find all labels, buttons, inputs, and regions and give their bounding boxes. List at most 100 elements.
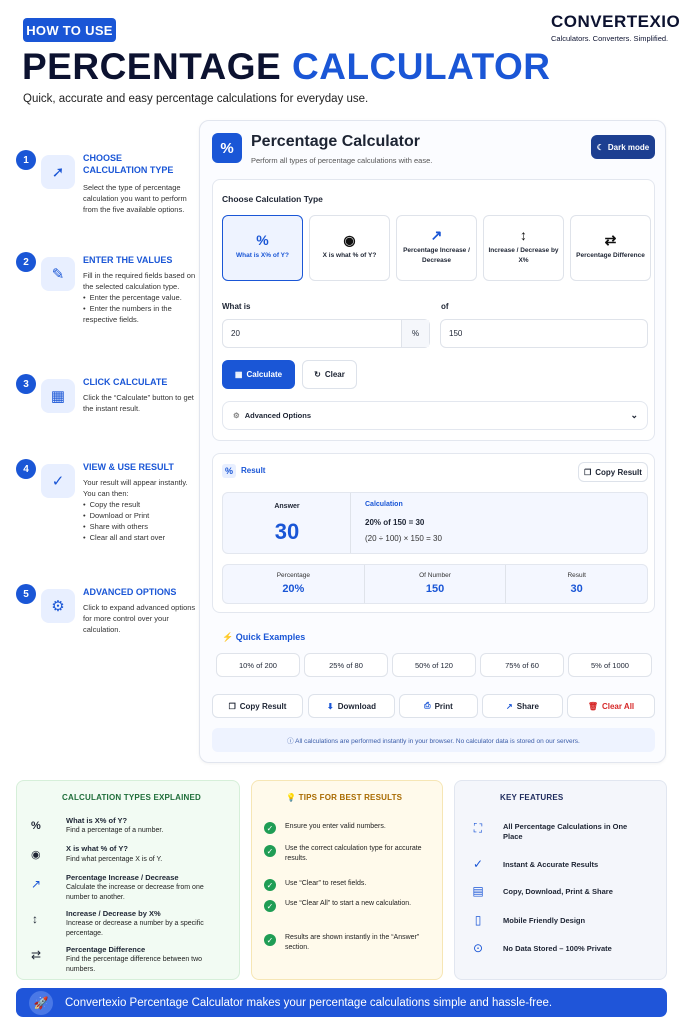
- trash-icon: 🗑: [587, 701, 598, 711]
- breakdown-cell: Result 30: [567, 572, 586, 595]
- type-desc: Find a percentage of a number.: [66, 827, 164, 834]
- step-title: ADVANCED OPTIONS: [83, 587, 177, 597]
- step-number: 3: [16, 374, 36, 394]
- target-icon: ◉: [343, 232, 356, 248]
- type-x-is-what-percent[interactable]: ◉ X is what % of Y?: [309, 215, 390, 281]
- gear-icon: ⚙: [233, 411, 240, 420]
- share-icon: ↗: [506, 701, 513, 711]
- example-button[interactable]: 75% of 60: [480, 653, 564, 677]
- type-title: What is X% of Y?: [66, 816, 128, 825]
- calculation-line1: 20% of 150 = 30: [365, 518, 425, 527]
- lightbulb-icon: 💡: [286, 793, 297, 802]
- trend-up-icon: ↗: [430, 227, 443, 243]
- type-desc: Increase or decrease a number by a speci…: [66, 920, 204, 937]
- type-percentage-difference[interactable]: ⇄ Percentage Difference: [570, 215, 651, 281]
- up-down-arrow-icon: ↕: [520, 227, 527, 243]
- trend-up-icon: ↗: [31, 877, 42, 891]
- example-button[interactable]: 5% of 1000: [568, 653, 652, 677]
- example-button[interactable]: 25% of 80: [304, 653, 388, 677]
- dark-mode-button[interactable]: ☾ Dark mode: [591, 135, 655, 159]
- feature-item: No Data Stored – 100% Private: [503, 944, 612, 953]
- percent-icon: %: [222, 464, 236, 478]
- calculation-type-card: Choose Calculation Type % What is X% of Y…: [212, 179, 655, 441]
- step-5: 5 ⚙ ADVANCED OPTIONS Click to expand adv…: [16, 584, 196, 644]
- example-button[interactable]: 50% of 120: [392, 653, 476, 677]
- step-4: 4 ✓ VIEW & USE RESULT Your result will a…: [16, 459, 196, 569]
- step-title: VIEW & USE RESULT: [83, 462, 174, 472]
- target-icon: ◉: [31, 849, 41, 861]
- breakdown-cell: Of Number 150: [365, 565, 507, 603]
- example-button[interactable]: 10% of 200: [216, 653, 300, 677]
- feature-item: Mobile Friendly Design: [503, 916, 586, 925]
- type-desc: Calculate the increase or decrease from …: [66, 884, 204, 901]
- key-features-title: KEY FEATURES: [500, 793, 564, 802]
- download-button[interactable]: ⬇ Download: [308, 694, 395, 718]
- tip-item: Use “Clear” to reset fields.: [285, 880, 367, 887]
- tip-item: Use the correct calculation type for acc…: [285, 845, 422, 862]
- printer-icon: ⎙: [424, 701, 431, 710]
- privacy-note: ⓘ All calculations are performed instant…: [212, 728, 655, 752]
- step-number: 1: [16, 150, 36, 170]
- tip-item: Use “Clear All” to start a new calculati…: [285, 900, 412, 907]
- calculator-icon: ▦: [41, 379, 75, 413]
- calculation-line2: (20 ÷ 100) × 150 = 30: [365, 534, 442, 543]
- feature-item: Instant & Accurate Results: [503, 860, 599, 869]
- check-icon: ✓: [264, 845, 276, 857]
- expand-grid-icon: ⛶: [473, 820, 483, 835]
- type-increase-decrease-by[interactable]: ↕ Increase / Decrease by X%: [483, 215, 564, 281]
- brand-tagline: Calculators. Converters. Simplified.: [551, 34, 669, 43]
- how-to-use-badge: HOW TO USE: [23, 18, 116, 42]
- copy-icon: ❐: [228, 701, 236, 711]
- result-card: % Result ❐ Copy Result Answer 30 Calculat…: [212, 453, 655, 613]
- mobile-icon: ▯: [474, 913, 482, 927]
- step-title: CHOOSE CALCULATION TYPE: [83, 153, 174, 175]
- type-what-is-x-percent[interactable]: % What is X% of Y?: [222, 215, 303, 281]
- check-circle-icon: ✓: [41, 464, 75, 498]
- calculator-panel: % Percentage Calculator Perform all type…: [199, 120, 666, 763]
- share-button[interactable]: ↗ Share: [482, 694, 563, 718]
- calculation-label: Calculation: [365, 501, 403, 508]
- rocket-icon: 🚀: [29, 990, 53, 1015]
- up-down-arrow-icon: ↕: [32, 912, 38, 926]
- clear-all-button[interactable]: 🗑 Clear All: [567, 694, 655, 718]
- number-input[interactable]: 150: [440, 319, 648, 348]
- refresh-icon: ↻: [314, 370, 321, 379]
- types-explained-title: CALCULATION TYPES EXPLAINED: [62, 793, 202, 802]
- step-1: 1 ➚ CHOOSE CALCULATION TYPE Select the ty…: [16, 150, 196, 230]
- copy-result-button[interactable]: ❐ Copy Result: [578, 462, 648, 482]
- bullet: Enter the numbers in the respective fiel…: [83, 303, 198, 325]
- type-percentage-increase-decrease[interactable]: ↗ Percentage Increase / Decrease: [396, 215, 477, 281]
- clear-button[interactable]: ↻ Clear: [302, 360, 357, 389]
- calculate-button[interactable]: ▦ Calculate: [222, 360, 295, 389]
- step-number: 4: [16, 459, 36, 479]
- type-title: Percentage Increase / Decrease: [66, 873, 179, 882]
- check-icon: ✓: [264, 822, 276, 834]
- bullet: Clear all and start over: [83, 532, 198, 543]
- type-title: X is what % of Y?: [66, 844, 128, 853]
- calculator-title: Percentage Calculator: [251, 133, 420, 150]
- advanced-options-toggle[interactable]: ⚙ Advanced Options ⌄: [222, 401, 648, 430]
- tips-box: 💡 TIPS FOR BEST RESULTS ✓ Ensure you ent…: [251, 780, 443, 980]
- step-number: 2: [16, 252, 36, 272]
- result-breakdown: Percentage 20% Of Number 150 Result 30: [222, 564, 648, 604]
- type-desc: Find what percentage X is of Y.: [66, 856, 163, 863]
- swap-arrows-icon: ⇄: [31, 948, 42, 962]
- percent-icon: %: [212, 133, 242, 163]
- pencil-icon: ✎: [41, 257, 75, 291]
- print-button[interactable]: ⎙ Print: [399, 694, 478, 718]
- brand-logo: CONVERTEXIO: [551, 12, 681, 31]
- percent-icon: %: [31, 820, 41, 832]
- check-icon: ✓: [264, 879, 276, 891]
- check-icon: ✓: [264, 900, 276, 912]
- tip-item: Results are shown instantly in the “Answ…: [285, 934, 420, 951]
- calculator-icon: ▦: [234, 370, 243, 379]
- copy-result-action[interactable]: ❐ Copy Result: [212, 694, 303, 718]
- type-title: Increase / Decrease by X%: [66, 909, 161, 918]
- answer-value: 30: [274, 519, 300, 544]
- percentage-input[interactable]: 20%: [222, 319, 430, 348]
- download-icon: ⬇: [327, 701, 334, 711]
- swap-arrows-icon: ⇄: [604, 232, 617, 248]
- feature-item: All Percentage Calculations in One Place: [503, 822, 628, 841]
- bullet: Enter the percentage value.: [83, 292, 198, 303]
- calculator-subtitle: Perform all types of percentage calculat…: [251, 156, 433, 165]
